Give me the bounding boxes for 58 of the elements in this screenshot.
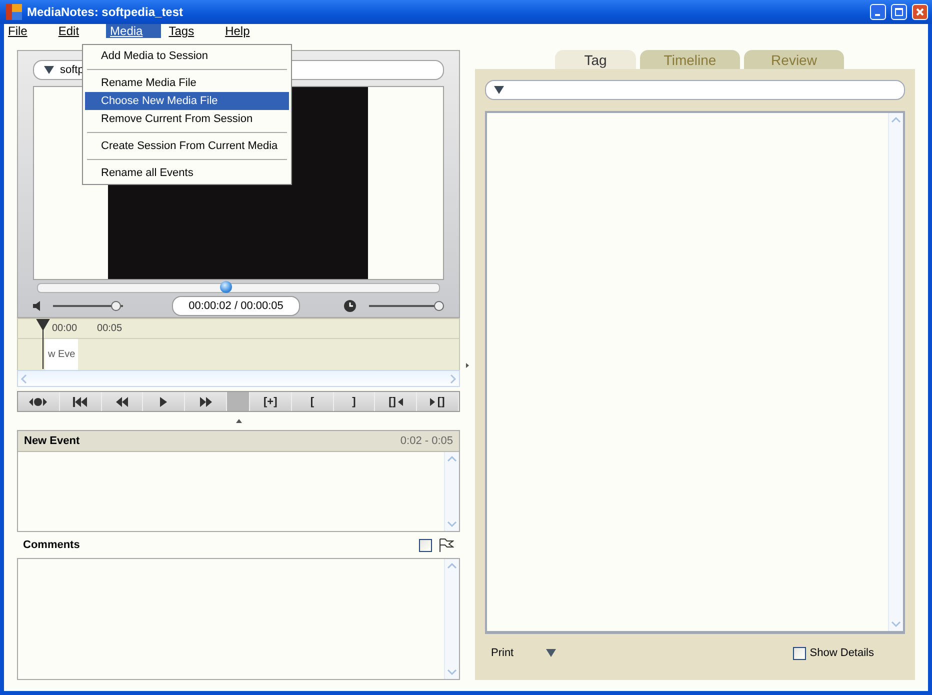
skip-start-icon bbox=[73, 396, 88, 406]
blank-segment bbox=[226, 392, 250, 411]
menu-option[interactable]: Remove Current From Session bbox=[85, 110, 289, 128]
show-details-label: Show Details bbox=[810, 647, 874, 659]
transport-button[interactable] bbox=[143, 392, 186, 411]
maximize-icon bbox=[895, 8, 903, 16]
ruler-label: 00:05 bbox=[97, 323, 122, 334]
mark-button[interactable]: [+] bbox=[250, 392, 292, 411]
event-time-range: 0:02 - 0:05 bbox=[400, 435, 453, 447]
tab[interactable]: Tag bbox=[555, 50, 636, 69]
print-button[interactable]: Print bbox=[491, 647, 556, 659]
show-details-checkbox[interactable] bbox=[792, 646, 806, 660]
speaker-icon bbox=[33, 301, 40, 312]
comments-checkbox[interactable] bbox=[419, 538, 432, 552]
play-icon bbox=[160, 396, 168, 406]
right-triangle-icon bbox=[430, 398, 436, 406]
left-triangle-icon bbox=[398, 398, 403, 406]
transport-button[interactable] bbox=[18, 392, 60, 411]
maximize-button[interactable] bbox=[891, 4, 907, 20]
loop-arrows-icon bbox=[29, 396, 48, 406]
transport-button[interactable] bbox=[102, 392, 144, 411]
menu-option[interactable]: Add Media to Session bbox=[85, 47, 289, 65]
dropdown-arrow-icon[interactable] bbox=[546, 649, 556, 657]
app-logo-icon bbox=[6, 4, 22, 20]
clock-icon bbox=[344, 300, 356, 312]
time-display: 00:00:02 / 00:00:05 bbox=[172, 296, 300, 316]
close-icon bbox=[916, 8, 924, 16]
event-block[interactable]: w Eve bbox=[45, 339, 78, 370]
comments-field[interactable] bbox=[17, 558, 460, 680]
transport-button[interactable] bbox=[60, 392, 102, 411]
menu-item[interactable]: Edit bbox=[54, 24, 84, 38]
ruler-label: 00:00 bbox=[52, 323, 78, 334]
menu-option[interactable]: Create Session From Current Media bbox=[85, 137, 289, 155]
comments-label: Comments bbox=[23, 539, 81, 551]
mark-button[interactable]: [] bbox=[417, 392, 459, 411]
expand-caret-icon[interactable] bbox=[466, 362, 469, 368]
seek-slider[interactable] bbox=[37, 283, 440, 294]
menu-option[interactable]: Rename all Events bbox=[85, 164, 289, 182]
mark-button[interactable]: ] bbox=[334, 392, 376, 411]
flag-icon[interactable] bbox=[438, 538, 454, 552]
dropdown-arrow-icon[interactable] bbox=[494, 86, 504, 94]
minimize-button[interactable] bbox=[870, 4, 886, 20]
menu-item[interactable]: File bbox=[4, 24, 32, 38]
menu-item[interactable]: Media bbox=[106, 24, 161, 38]
collapse-caret-icon[interactable] bbox=[236, 419, 242, 423]
menu-item[interactable]: Help bbox=[221, 24, 254, 38]
transport-button[interactable] bbox=[185, 392, 227, 411]
rewind-icon bbox=[116, 396, 128, 406]
dropdown-arrow-icon[interactable] bbox=[44, 66, 54, 74]
menu-option[interactable]: Rename Media File bbox=[85, 74, 289, 92]
menu-option[interactable]: Choose New Media File bbox=[85, 92, 289, 110]
mark-button[interactable]: [] bbox=[375, 392, 418, 411]
window-title: MediaNotes: softpedia_test bbox=[27, 5, 184, 19]
menu-item[interactable]: Tags bbox=[164, 24, 198, 38]
mark-button[interactable]: [ bbox=[292, 392, 334, 411]
fast-forward-icon bbox=[200, 396, 212, 406]
close-button[interactable] bbox=[912, 4, 928, 20]
event-title: New Event bbox=[24, 435, 80, 447]
